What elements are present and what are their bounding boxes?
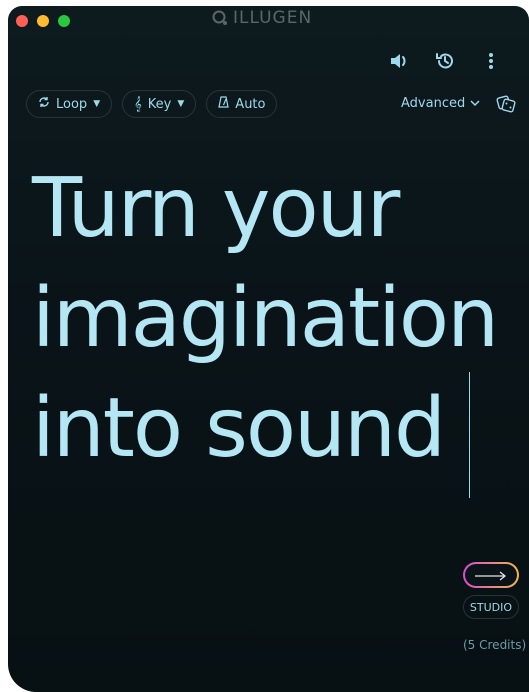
loop-label: Loop [56, 96, 88, 112]
studio-button[interactable]: STUDIO [463, 595, 519, 619]
options-toolbar: Loop ▼ 𝄞 Key ▼ Auto [26, 90, 278, 118]
arrow-right-icon [474, 566, 508, 585]
loop-dropdown[interactable]: Loop ▼ [26, 90, 113, 118]
advanced-label: Advanced [401, 96, 466, 111]
chevron-down-icon: ▼ [93, 99, 101, 109]
chevron-down-icon [470, 96, 480, 111]
close-window-button[interactable] [16, 15, 28, 27]
prompt-input[interactable]: Turn your imagination into sound [32, 154, 529, 484]
dice-icon[interactable] [495, 92, 517, 118]
advanced-toggle[interactable]: Advanced [401, 96, 480, 111]
more-vertical-icon[interactable] [480, 50, 502, 72]
prompt-line-2: imagination [32, 271, 499, 366]
key-label: Key [147, 96, 172, 112]
brand-name: ILLUGEN [233, 8, 313, 28]
auto-label: Auto [235, 96, 266, 112]
text-cursor [469, 372, 470, 498]
generate-button[interactable] [463, 562, 519, 588]
window-controls [16, 15, 70, 27]
chevron-down-icon: ▼ [177, 99, 185, 109]
loop-icon [38, 96, 50, 112]
metronome-icon [218, 96, 230, 112]
app-window: ILLUGEN Loop ▼ 𝄞 Key ▼ Auto Advanced Tur… [8, 6, 529, 692]
top-toolbar [388, 50, 502, 72]
prompt-line-3: into sound [32, 381, 446, 476]
zoom-window-button[interactable] [58, 15, 70, 27]
prompt-line-1: Turn your [32, 161, 400, 256]
history-icon[interactable] [434, 50, 456, 72]
brand: ILLUGEN [212, 8, 312, 28]
key-dropdown[interactable]: 𝄞 Key ▼ [122, 90, 197, 118]
auto-tempo-button[interactable]: Auto [206, 90, 278, 118]
volume-icon[interactable] [388, 50, 410, 72]
treble-clef-icon: 𝄞 [134, 96, 142, 112]
credits-label: (5 Credits) [463, 638, 527, 652]
logo-icon [212, 10, 228, 26]
minimize-window-button[interactable] [37, 15, 49, 27]
